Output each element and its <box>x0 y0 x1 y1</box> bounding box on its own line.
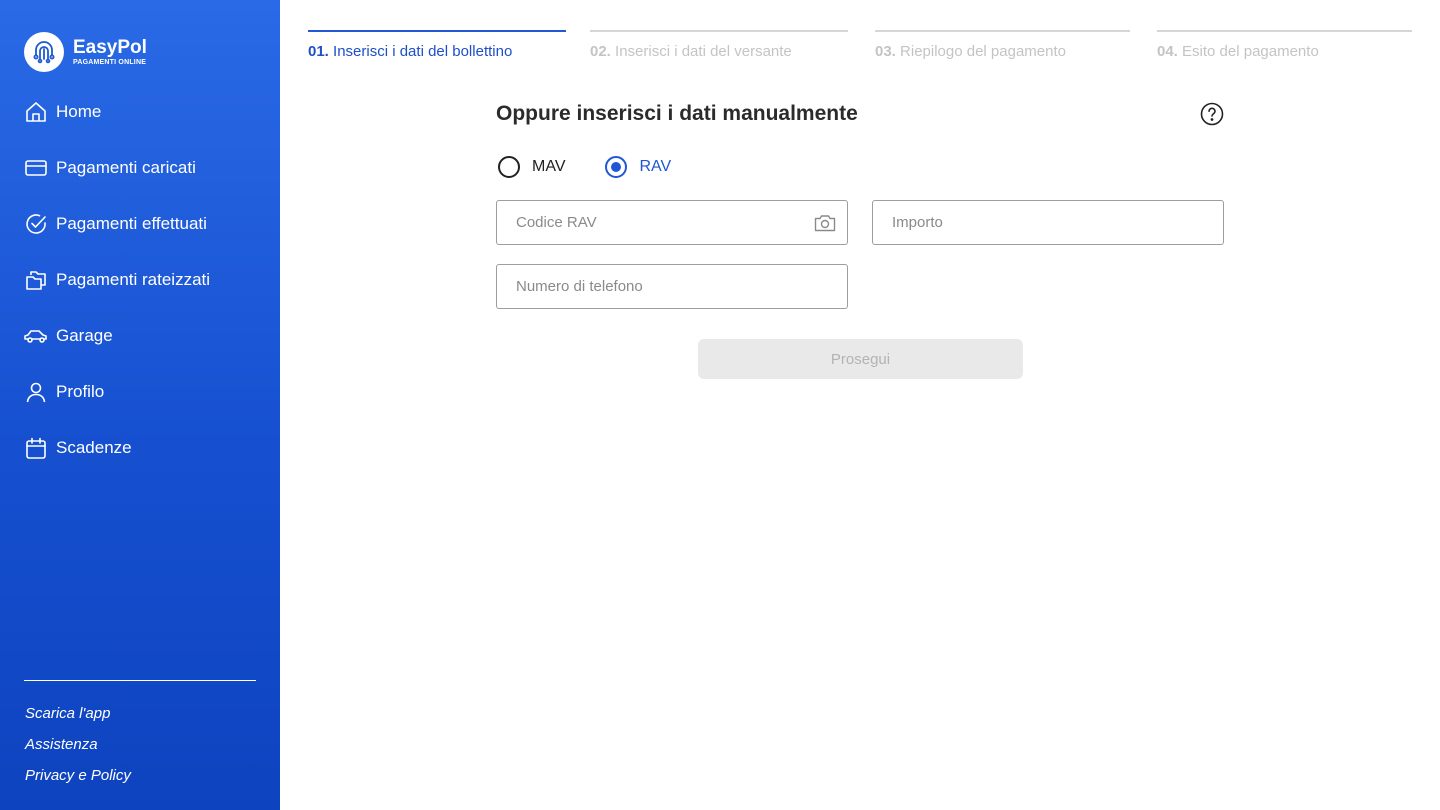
user-icon <box>26 382 46 403</box>
step-4: 04. Esito del pagamento <box>1157 30 1412 70</box>
sidebar-item-scadenze[interactable]: Scadenze <box>24 420 256 476</box>
easypol-logo-icon <box>24 32 64 72</box>
payment-type-radio-group: MAV RAV <box>498 156 711 178</box>
sidebar-item-label: Garage <box>56 326 113 345</box>
sidebar-item-label: Home <box>56 102 102 121</box>
sidebar-item-pagamenti-rateizzati[interactable]: Pagamenti rateizzati <box>24 252 256 308</box>
sidebar-nav: Home Pagamenti caricati Pagamenti effett… <box>24 84 256 476</box>
sidebar-item-garage[interactable]: Garage <box>24 308 256 364</box>
step-progress-line <box>875 30 1130 32</box>
brand-logo[interactable]: EasyPol PAGAMENTI ONLINE <box>24 32 147 72</box>
form-title: Oppure inserisci i dati manualmente <box>496 102 858 125</box>
step-label: Inserisci i dati del bollettino <box>333 43 513 60</box>
brand-tagline: PAGAMENTI ONLINE <box>73 58 147 66</box>
car-icon <box>24 330 47 343</box>
radio-unchecked-icon <box>498 156 520 178</box>
sidebar-item-label: Pagamenti effettuati <box>56 214 207 233</box>
sidebar-item-profilo[interactable]: Profilo <box>24 364 256 420</box>
step-1: 01. Inserisci i dati del bollettino <box>308 30 566 70</box>
step-progress-line <box>590 30 848 32</box>
sidebar-item-label: Pagamenti rateizzati <box>56 270 211 289</box>
radio-label: MAV <box>532 158 566 175</box>
sidebar-item-pagamenti-effettuati[interactable]: Pagamenti effettuati <box>24 196 256 252</box>
radio-checked-icon <box>605 156 628 178</box>
privacy-policy-link[interactable]: Privacy e Policy <box>25 766 131 797</box>
step-number: 01. <box>308 43 329 60</box>
importo-field <box>872 200 1224 245</box>
stepper: 01. Inserisci i dati del bollettino 02. … <box>308 30 1412 70</box>
radio-mav[interactable]: MAV <box>498 156 565 178</box>
step-number: 02. <box>590 43 611 60</box>
telefono-input[interactable] <box>497 265 847 308</box>
help-icon[interactable] <box>1200 102 1224 126</box>
step-number: 03. <box>875 43 896 60</box>
sidebar-divider <box>24 680 256 681</box>
importo-input[interactable] <box>873 201 1223 244</box>
sidebar: EasyPol PAGAMENTI ONLINE Home Pagamenti … <box>0 0 280 810</box>
step-3: 03. Riepilogo del pagamento <box>875 30 1130 70</box>
prosegui-button[interactable]: Prosegui <box>698 339 1023 379</box>
sidebar-item-label: Profilo <box>56 382 105 401</box>
sidebar-item-label: Scadenze <box>56 438 132 457</box>
step-label: Riepilogo del pagamento <box>900 43 1066 60</box>
sidebar-item-home[interactable]: Home <box>24 84 256 140</box>
radio-label: RAV <box>639 158 672 175</box>
check-circle-icon <box>26 214 46 234</box>
sidebar-item-label: Pagamenti caricati <box>56 158 196 177</box>
codice-rav-input[interactable] <box>497 201 847 244</box>
step-progress-line <box>1157 30 1412 32</box>
brand-name: EasyPol <box>73 36 147 58</box>
camera-icon[interactable] <box>814 213 836 233</box>
step-2: 02. Inserisci i dati del versante <box>590 30 848 70</box>
sidebar-item-pagamenti-caricati[interactable]: Pagamenti caricati <box>24 140 256 196</box>
folders-icon <box>26 271 46 290</box>
step-number: 04. <box>1157 43 1178 60</box>
credit-card-icon <box>25 160 47 176</box>
telefono-field <box>496 264 848 309</box>
calendar-icon <box>26 437 46 459</box>
step-progress-line <box>308 30 566 32</box>
manual-entry-form: Oppure inserisci i dati manualmente MAV … <box>496 100 1224 379</box>
main-content: 01. Inserisci i dati del bollettino 02. … <box>280 0 1440 810</box>
radio-rav[interactable]: RAV <box>605 156 671 178</box>
home-icon <box>26 102 46 122</box>
support-link[interactable]: Assistenza <box>25 735 131 766</box>
step-label: Inserisci i dati del versante <box>615 43 792 60</box>
sidebar-footer-links: Scarica l'app Assistenza Privacy e Polic… <box>25 704 131 797</box>
step-label: Esito del pagamento <box>1182 43 1319 60</box>
download-app-link[interactable]: Scarica l'app <box>25 704 131 735</box>
codice-rav-field <box>496 200 848 245</box>
